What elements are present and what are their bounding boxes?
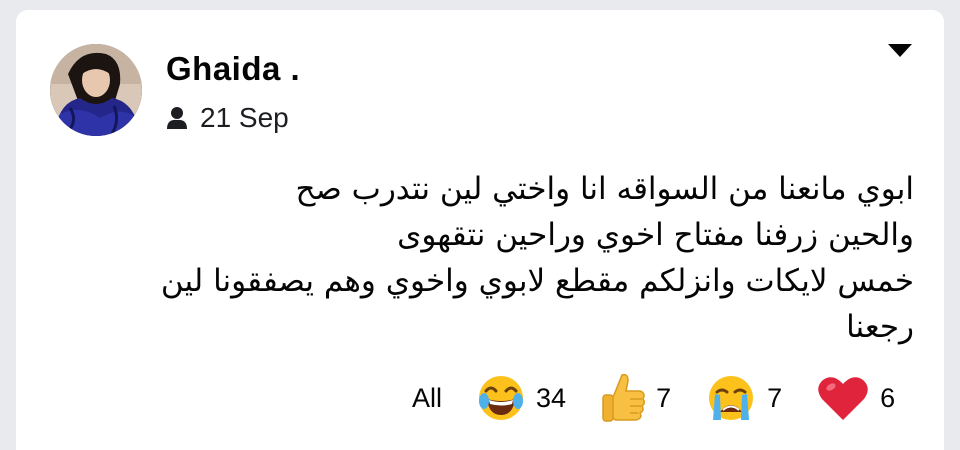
heart-icon	[818, 377, 868, 420]
post-card: Ghaida . 21 Sep ابوي مانعنا من السواقه ا…	[16, 10, 944, 450]
laughing-emoji-icon	[479, 376, 524, 420]
reaction-cry[interactable]: 7	[705, 372, 782, 424]
post-text-line: والحين زرفنا مفتاح اخوي وراحين نتقهوى	[397, 217, 914, 253]
thumbs-up-icon	[602, 373, 646, 422]
post-text-line: ابوي مانعنا من السواقه انا واختي لين نتد…	[295, 171, 914, 207]
post-text: ابوي مانعنا من السواقه انا واختي لين نتد…	[94, 166, 914, 350]
reactions-all-filter[interactable]: All	[412, 383, 442, 414]
author-name[interactable]: Ghaida .	[166, 50, 300, 88]
person-icon	[166, 106, 188, 130]
reaction-count: 7	[656, 382, 672, 413]
reaction-count: 7	[767, 382, 783, 413]
reaction-laugh[interactable]: 34	[476, 373, 566, 423]
reaction-count: 34	[536, 382, 567, 413]
post-meta: 21 Sep	[166, 100, 289, 136]
post-date[interactable]: 21 Sep	[200, 102, 289, 134]
post-options-chevron-down-icon[interactable]	[888, 44, 912, 57]
reaction-count: 6	[880, 382, 896, 413]
post-text-line: رجعنا	[846, 309, 914, 345]
reaction-like[interactable]: 7	[600, 371, 671, 425]
reaction-love[interactable]: 6	[816, 374, 895, 422]
reactions-bar: All 34 7 7 6	[412, 372, 895, 424]
post-text-line: خمس لايكات وانزلكم مقطع لابوي واخوي وهم …	[160, 263, 914, 299]
author-avatar[interactable]	[50, 44, 142, 136]
crying-emoji-icon	[709, 376, 754, 420]
